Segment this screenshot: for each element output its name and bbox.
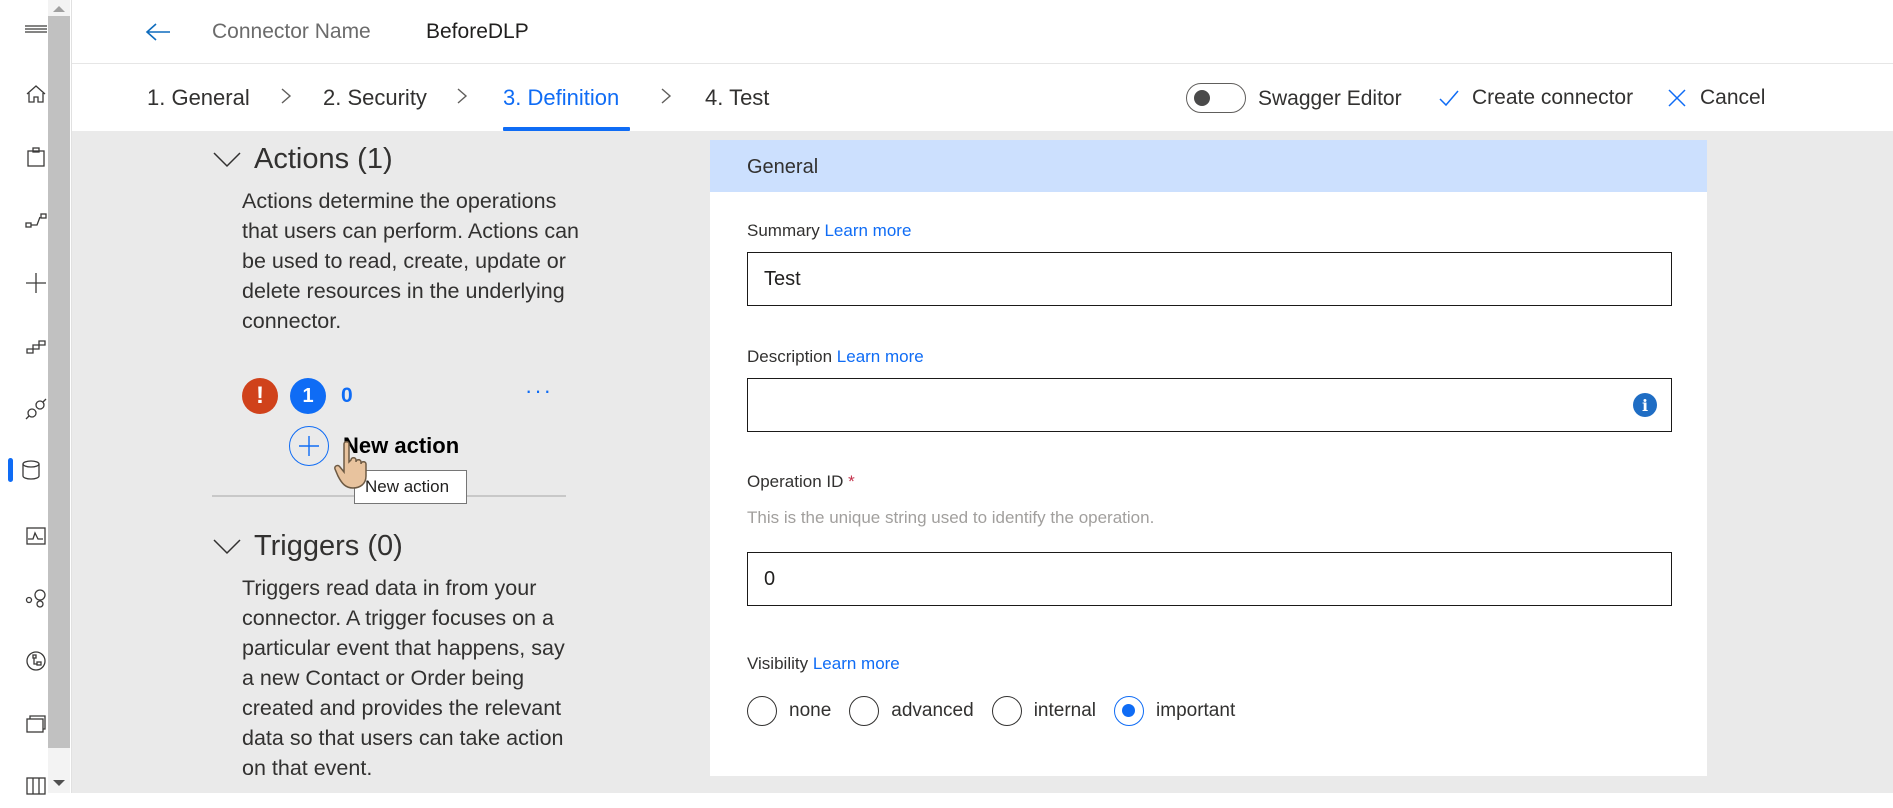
add-circle-icon xyxy=(289,426,329,466)
visibility-label-text: Visibility xyxy=(747,654,808,673)
chevron-down-icon xyxy=(212,538,242,556)
templates-icon[interactable] xyxy=(0,322,48,370)
clipboard-icon[interactable] xyxy=(0,133,48,181)
swagger-editor-toggle[interactable] xyxy=(1186,83,1246,113)
radio-label: advanced xyxy=(891,700,973,722)
close-icon xyxy=(1666,87,1688,109)
solutions-icon[interactable] xyxy=(0,699,48,747)
visibility-radio-advanced[interactable]: advanced xyxy=(849,696,973,726)
new-action-button[interactable]: New action xyxy=(289,426,459,466)
visibility-label: Visibility Learn more xyxy=(747,654,900,674)
radio-label: none xyxy=(789,700,831,722)
radio-circle xyxy=(992,696,1022,726)
connector-name-value[interactable]: BeforeDLP xyxy=(426,20,529,44)
tab-security[interactable]: 2. Security xyxy=(323,85,427,111)
connector-plug-icon[interactable] xyxy=(0,385,48,433)
swagger-editor-label[interactable]: Swagger Editor xyxy=(1258,87,1402,111)
info-icon[interactable]: i xyxy=(1633,393,1657,417)
summary-label-text: Summary xyxy=(747,221,820,240)
home-icon[interactable] xyxy=(0,70,48,118)
hand-cursor-icon xyxy=(334,440,370,490)
page-header: Connector Name BeforeDLP xyxy=(72,0,1893,64)
description-input[interactable]: i xyxy=(747,378,1672,432)
chevron-right-icon xyxy=(280,87,292,111)
operation-id-hint: This is the unique string used to identi… xyxy=(747,508,1154,528)
description-label-text: Description xyxy=(747,347,832,366)
visibility-radio-group: none advanced internal important xyxy=(747,696,1253,726)
left-nav-rail xyxy=(0,0,72,793)
radio-label: important xyxy=(1156,700,1235,722)
cancel-label: Cancel xyxy=(1700,86,1765,110)
toggle-knob xyxy=(1194,90,1210,106)
visibility-radio-important[interactable]: important xyxy=(1114,696,1235,726)
learn-book-icon[interactable] xyxy=(0,760,48,808)
summary-learn-more-link[interactable]: Learn more xyxy=(824,221,911,240)
action-count-zero: 0 xyxy=(341,384,353,408)
operation-id-label: Operation ID * xyxy=(747,472,855,492)
actions-description: Actions determine the operations that us… xyxy=(242,186,582,336)
checkmark-icon xyxy=(1438,87,1460,109)
create-connector-label: Create connector xyxy=(1472,86,1633,110)
visibility-radio-none[interactable]: none xyxy=(747,696,831,726)
operation-id-input[interactable] xyxy=(747,552,1672,606)
flow-icon[interactable] xyxy=(0,196,48,244)
actions-title: Actions (1) xyxy=(254,143,393,176)
new-action-tooltip: New action xyxy=(354,470,467,504)
summary-label: Summary Learn more xyxy=(747,221,911,241)
process-advisor-icon[interactable] xyxy=(0,637,48,685)
operation-id-label-text: Operation ID xyxy=(747,472,843,491)
summary-input[interactable] xyxy=(747,252,1672,306)
chevron-right-icon xyxy=(660,87,672,111)
more-options-button[interactable]: ··· xyxy=(525,378,553,404)
description-label: Description Learn more xyxy=(747,347,924,367)
error-badge[interactable]: ! xyxy=(242,378,278,414)
arrow-left-icon xyxy=(145,22,171,42)
rail-scrollbar-thumb[interactable] xyxy=(48,16,70,748)
radio-circle xyxy=(849,696,879,726)
action-count-badge[interactable]: 1 xyxy=(290,378,326,414)
cancel-button[interactable]: Cancel xyxy=(1666,83,1765,113)
triggers-description: Triggers read data in from your connecto… xyxy=(242,573,582,783)
menu-icon[interactable] xyxy=(0,6,48,54)
connector-name-label: Connector Name xyxy=(212,20,371,44)
triggers-title: Triggers (0) xyxy=(254,530,403,563)
actions-section-toggle[interactable]: Actions (1) xyxy=(212,143,393,176)
tab-general[interactable]: 1. General xyxy=(147,85,250,111)
general-card-header: General xyxy=(710,140,1707,192)
radio-circle xyxy=(747,696,777,726)
chevron-right-icon xyxy=(456,87,468,111)
description-learn-more-link[interactable]: Learn more xyxy=(837,347,924,366)
general-card: General Summary Learn more Description L… xyxy=(710,140,1707,776)
general-title: General xyxy=(747,156,818,179)
chevron-down-icon xyxy=(212,151,242,169)
back-button[interactable] xyxy=(142,16,174,48)
tab-test[interactable]: 4. Test xyxy=(705,85,769,111)
monitor-icon[interactable] xyxy=(0,512,48,560)
scroll-up-arrow-icon[interactable] xyxy=(53,6,65,12)
scroll-down-arrow-icon[interactable] xyxy=(53,780,65,786)
triggers-section-toggle[interactable]: Triggers (0) xyxy=(212,530,403,563)
data-cylinder-icon[interactable] xyxy=(0,446,48,494)
radio-circle-selected xyxy=(1114,696,1144,726)
visibility-radio-internal[interactable]: internal xyxy=(992,696,1096,726)
create-plus-icon[interactable] xyxy=(0,259,48,307)
required-asterisk: * xyxy=(848,472,855,491)
ai-builder-icon[interactable] xyxy=(0,574,48,622)
create-connector-button[interactable]: Create connector xyxy=(1438,83,1633,113)
visibility-learn-more-link[interactable]: Learn more xyxy=(813,654,900,673)
radio-label: internal xyxy=(1034,700,1096,722)
tab-definition[interactable]: 3. Definition xyxy=(503,85,619,111)
